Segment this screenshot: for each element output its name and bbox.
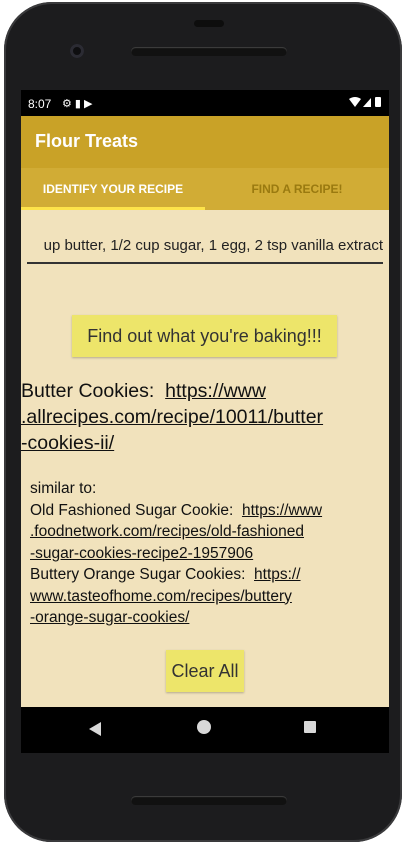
top-speaker: [131, 47, 287, 56]
similar-item-1-link[interactable]: https://www: [242, 502, 322, 519]
status-time: 8:07: [28, 97, 52, 111]
status-system-icons: [349, 96, 383, 111]
similar-item-2-link[interactable]: https://: [254, 566, 301, 583]
battery-icon: [375, 97, 381, 107]
front-camera: [70, 44, 84, 58]
gear-icon: ⚙: [62, 98, 75, 110]
main-result-link-line-2[interactable]: .allrecipes.com/recipe/10011/butter: [21, 404, 389, 430]
similar-item-1-link-line-2[interactable]: .foodnetwork.com/recipes/old-fashioned: [30, 521, 385, 543]
similar-item-1-link-line-3[interactable]: -sugar-cookies-recipe2-1957906: [30, 543, 385, 565]
status-notification-icons: ⚙▮▶: [62, 97, 95, 110]
clear-all-button[interactable]: Clear All: [166, 650, 244, 692]
navigation-bar: [21, 707, 389, 753]
tab-bar: IDENTIFY YOUR RECIPE FIND A RECIPE!: [21, 168, 389, 210]
similar-item-1: Old Fashioned Sugar Cookie: https://www: [30, 500, 385, 522]
home-icon[interactable]: [197, 720, 211, 734]
similar-item-1-name: Old Fashioned Sugar Cookie:: [30, 501, 234, 519]
sd-card-icon: ▮: [74, 98, 84, 110]
ingredients-input-value: up butter, 1/2 cup sugar, 1 egg, 2 tsp v…: [43, 237, 383, 254]
find-out-button[interactable]: Find out what you're baking!!!: [72, 315, 337, 357]
similar-recipes: similar to: Old Fashioned Sugar Cookie: …: [30, 478, 385, 629]
similar-item-2: Buttery Orange Sugar Cookies: https://: [30, 564, 385, 586]
wifi-icon: [349, 97, 361, 107]
earpiece-slot: [194, 20, 224, 27]
status-bar: 8:07 ⚙▮▶: [21, 90, 389, 116]
play-icon: ▶: [83, 98, 96, 110]
tab-find-a-recipe[interactable]: FIND A RECIPE!: [205, 168, 389, 210]
main-result-link[interactable]: https://www: [165, 380, 266, 402]
main-result-link-line-3[interactable]: -cookies-ii/: [21, 430, 389, 456]
ingredients-input[interactable]: up butter, 1/2 cup sugar, 1 egg, 2 tsp v…: [27, 232, 383, 264]
wifi-signal-battery-icons: [349, 97, 381, 107]
main-result-name: Butter Cookies:: [21, 380, 155, 402]
app-title: Flour Treats: [35, 131, 139, 151]
bottom-speaker: [131, 796, 287, 805]
similar-item-2-name: Buttery Orange Sugar Cookies:: [30, 566, 246, 583]
similar-intro: similar to:: [30, 480, 97, 497]
main-result-line-1: Butter Cookies: https://www: [21, 378, 389, 404]
back-icon[interactable]: [88, 721, 102, 737]
similar-item-2-link-line-2[interactable]: www.tasteofhome.com/recipes/buttery: [30, 586, 385, 608]
app-bar: Flour Treats: [21, 116, 389, 168]
signal-icon: [363, 98, 371, 107]
similar-item-2-link-line-3[interactable]: -orange-sugar-cookies/: [30, 607, 385, 629]
tab-identify-your-recipe[interactable]: IDENTIFY YOUR RECIPE: [21, 168, 205, 210]
main-result: Butter Cookies: https://www .allrecipes.…: [21, 378, 389, 456]
screen: 8:07 ⚙▮▶ Flour Treats IDENTIFY YOUR RECI…: [21, 90, 389, 753]
main-content: up butter, 1/2 cup sugar, 1 egg, 2 tsp v…: [21, 210, 389, 707]
recents-icon[interactable]: [304, 721, 316, 733]
